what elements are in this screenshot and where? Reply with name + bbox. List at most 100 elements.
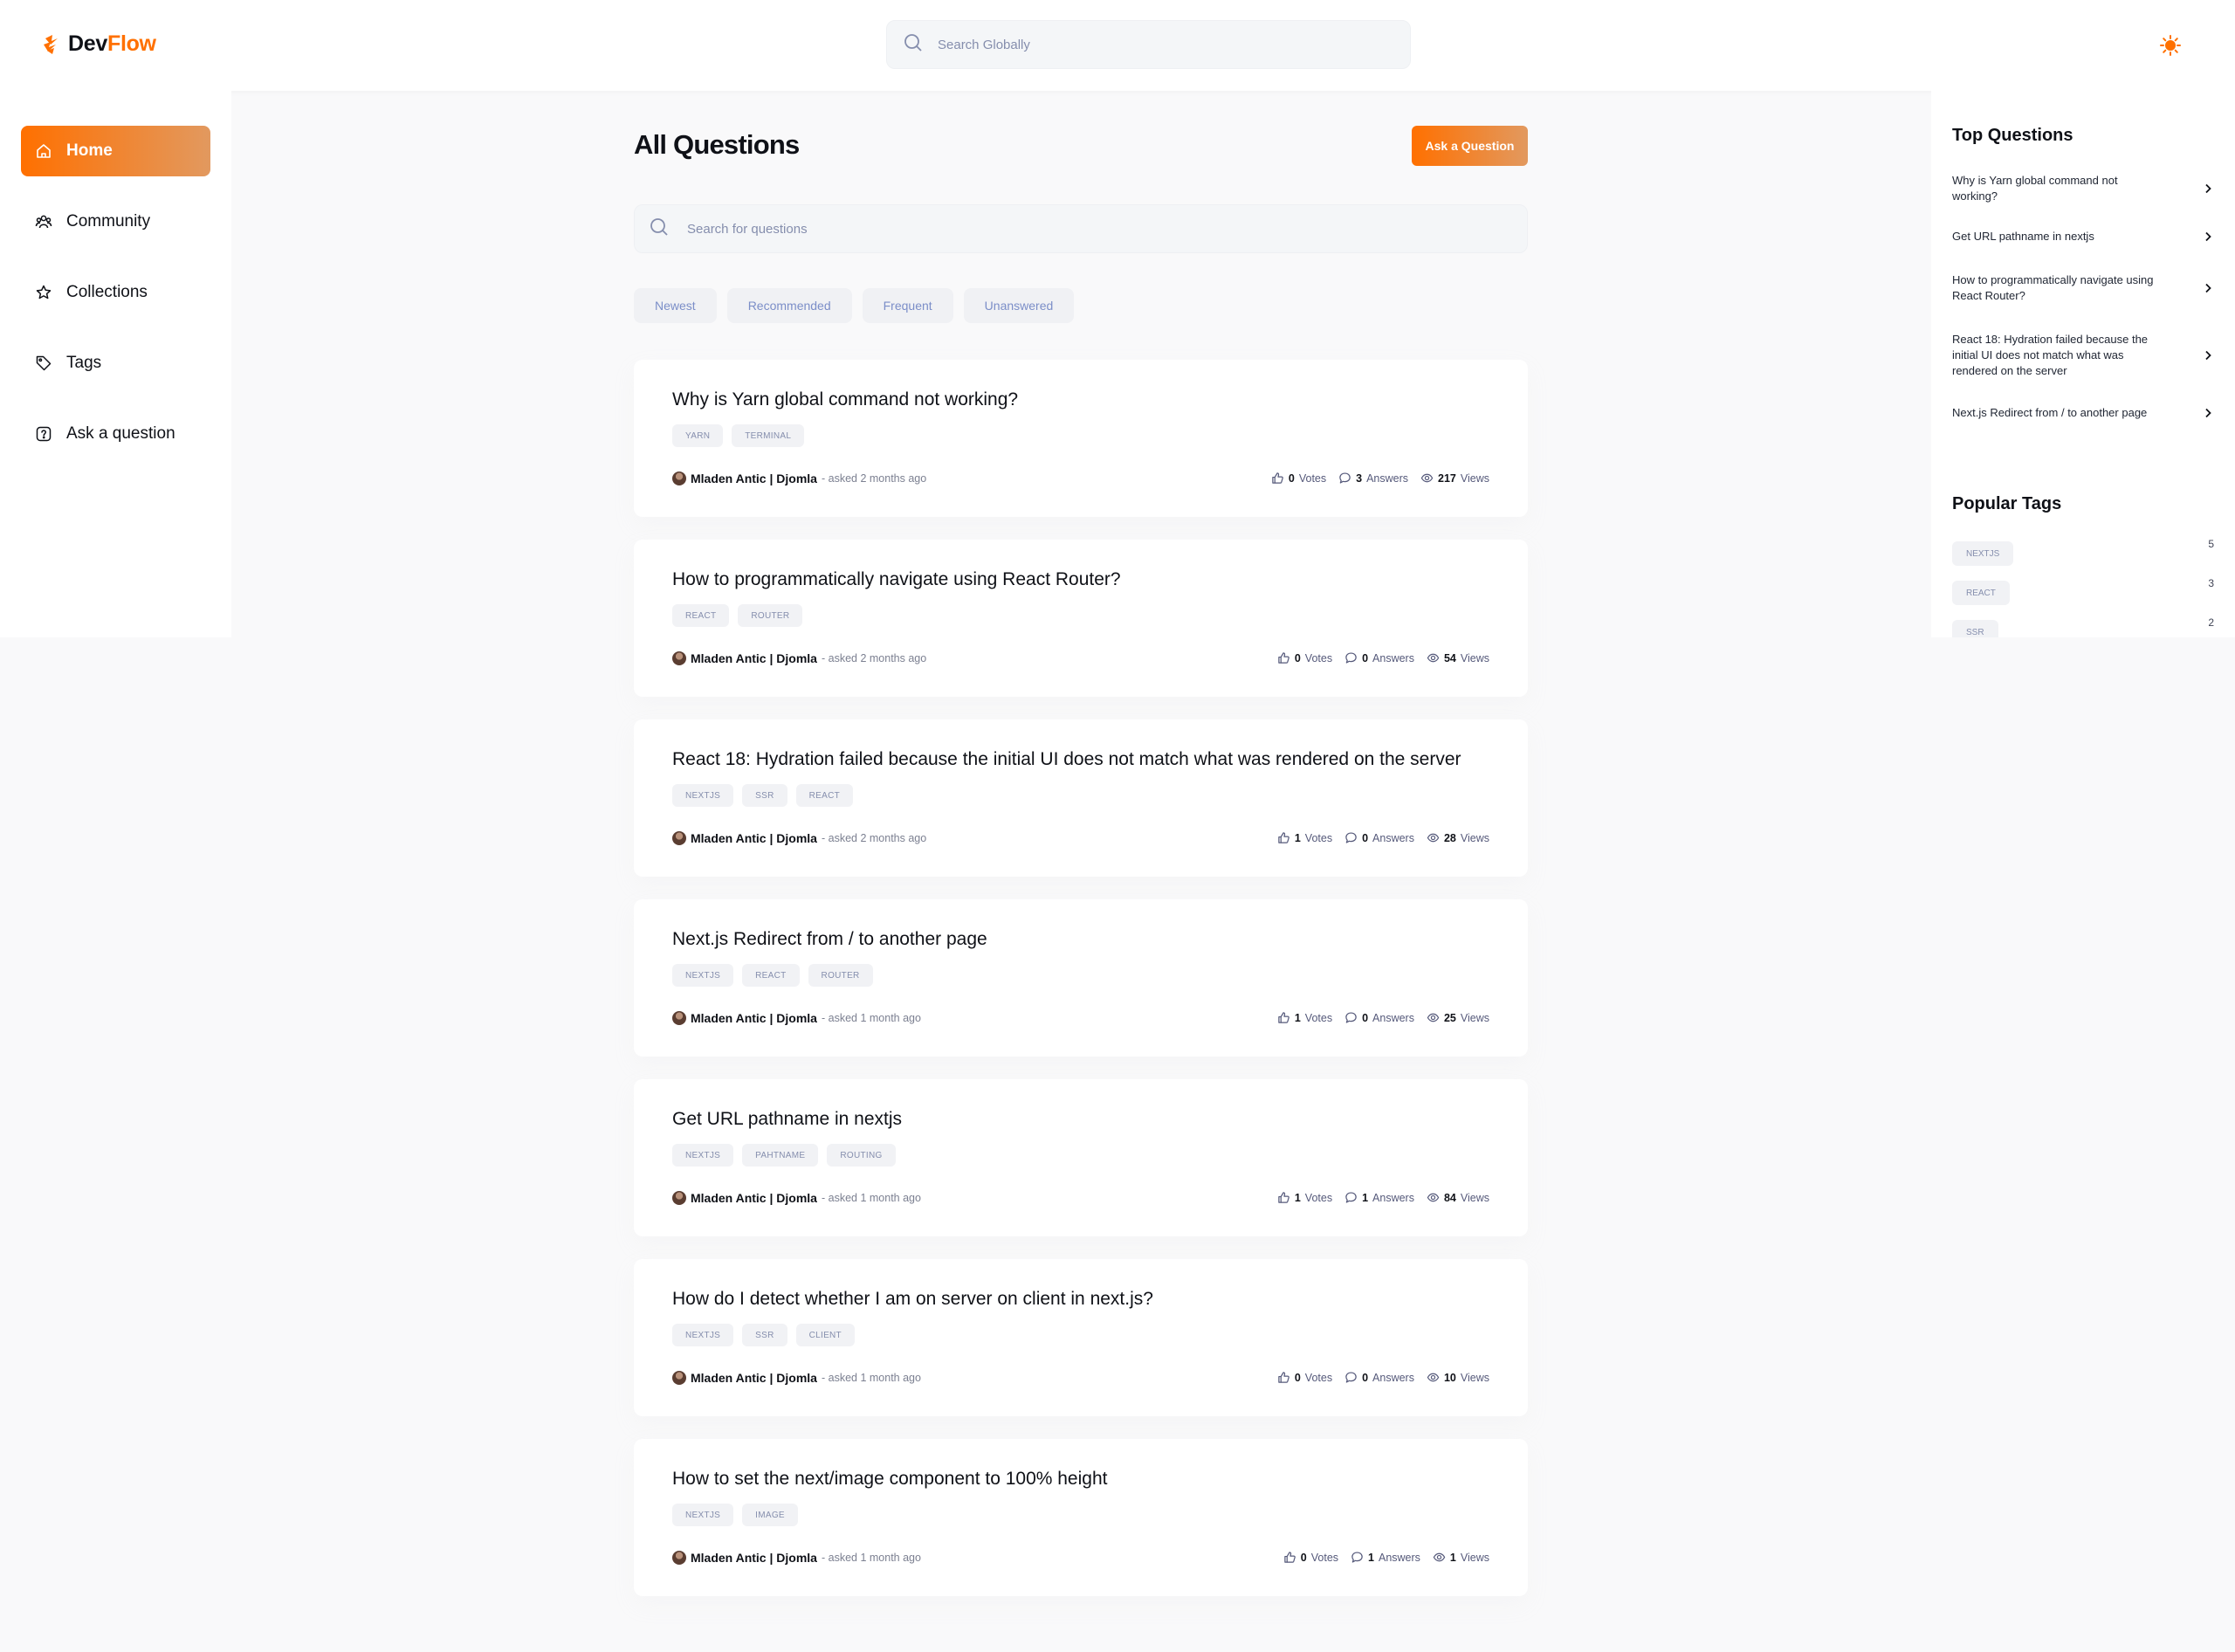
question-tag[interactable]: NEXTJS: [672, 1504, 734, 1526]
top-question-text: Why is Yarn global command not working?: [1952, 174, 2118, 203]
question-card[interactable]: Get URL pathname in nextjs NEXTJS PAHTNAM…: [634, 1079, 1528, 1236]
thumbs-up-icon: [1283, 1551, 1296, 1564]
question-stats: 0 Votes 1 Answers 1 Views: [1283, 1551, 1489, 1564]
sidebar-item-community[interactable]: Community: [21, 196, 210, 247]
question-tag[interactable]: PAHTNAME: [742, 1144, 819, 1167]
avatar[interactable]: [672, 651, 686, 665]
question-title[interactable]: How to set the next/image component to 1…: [672, 1469, 1107, 1490]
top-question-item[interactable]: How to programmatically navigate using R…: [1952, 272, 2214, 304]
ask-question-button[interactable]: Ask a Question: [1412, 126, 1528, 166]
sidebar-item-label: Collections: [66, 283, 148, 301]
question-title[interactable]: Get URL pathname in nextjs: [672, 1109, 902, 1130]
votes-stat: 0 Votes: [1277, 651, 1332, 664]
question-title[interactable]: React 18: Hydration failed because the i…: [672, 749, 1461, 770]
devflow-logo[interactable]: DevFlow: [40, 31, 156, 57]
views-label: Views: [1460, 1371, 1489, 1384]
question-title[interactable]: How do I detect whether I am on server o…: [672, 1289, 1153, 1310]
views-label: Views: [1460, 1011, 1489, 1024]
avatar[interactable]: [672, 1371, 686, 1385]
avatar[interactable]: [672, 1011, 686, 1025]
question-card[interactable]: How to set the next/image component to 1…: [634, 1439, 1528, 1596]
filter-recommended[interactable]: Recommended: [726, 288, 852, 323]
question-card[interactable]: How do I detect whether I am on server o…: [634, 1259, 1528, 1416]
question-title[interactable]: How to programmatically navigate using R…: [672, 569, 1121, 590]
popular-tag[interactable]: NEXTJS: [1952, 541, 2014, 566]
author-name[interactable]: Mladen Antic | Djomla: [691, 831, 817, 845]
question-tag[interactable]: ROUTER: [738, 604, 803, 627]
top-question-item[interactable]: React 18: Hydration failed because the i…: [1952, 332, 2214, 379]
question-tags: NEXTJS SSR CLIENT: [672, 1324, 855, 1346]
question-card[interactable]: How to programmatically navigate using R…: [634, 540, 1528, 697]
asked-time: - asked 1 month ago: [821, 1552, 921, 1564]
sidebar-item-collections[interactable]: Collections: [21, 267, 210, 318]
question-tag[interactable]: TERMINAL: [732, 424, 805, 447]
votes-count: 0: [1288, 472, 1295, 485]
popular-tag-row[interactable]: SSR 2: [1952, 616, 2214, 637]
question-card[interactable]: Why is Yarn global command not working? …: [634, 360, 1528, 517]
question-tag[interactable]: REACT: [742, 964, 800, 987]
question-tag[interactable]: REACT: [795, 784, 854, 807]
question-tag[interactable]: REACT: [672, 604, 730, 627]
answers-count: 1: [1368, 1551, 1374, 1564]
question-tag[interactable]: ROUTER: [808, 964, 873, 987]
question-search-bar[interactable]: [634, 204, 1528, 253]
question-tags: NEXTJS PAHTNAME ROUTING: [672, 1144, 896, 1167]
popular-tag-row[interactable]: REACT 3: [1952, 577, 2214, 605]
views-count: 217: [1438, 472, 1456, 485]
sidebar-item-tags[interactable]: Tags: [21, 338, 210, 389]
question-author-meta: Mladen Antic | Djomla - asked 1 month ag…: [672, 1191, 921, 1205]
question-card[interactable]: React 18: Hydration failed because the i…: [634, 719, 1528, 877]
author-name[interactable]: Mladen Antic | Djomla: [691, 1011, 817, 1025]
question-tag[interactable]: ROUTING: [827, 1144, 896, 1167]
question-author-meta: Mladen Antic | Djomla - asked 2 months a…: [672, 472, 926, 485]
popular-tag-row[interactable]: NEXTJS 5: [1952, 538, 2214, 566]
popular-tag[interactable]: SSR: [1952, 620, 1998, 637]
avatar[interactable]: [672, 831, 686, 845]
logo-icon: [40, 33, 63, 56]
top-navbar: DevFlow: [0, 0, 2235, 91]
top-question-item[interactable]: Next.js Redirect from / to another page: [1952, 405, 2214, 421]
question-tag[interactable]: SSR: [742, 1324, 787, 1346]
question-tag[interactable]: YARN: [672, 424, 724, 447]
question-tag[interactable]: NEXTJS: [672, 1144, 734, 1167]
author-name[interactable]: Mladen Antic | Djomla: [691, 651, 817, 665]
author-name[interactable]: Mladen Antic | Djomla: [691, 1551, 817, 1565]
author-name[interactable]: Mladen Antic | Djomla: [691, 1191, 817, 1205]
votes-label: Votes: [1304, 831, 1333, 844]
author-name[interactable]: Mladen Antic | Djomla: [691, 472, 817, 485]
global-search-input[interactable]: [938, 37, 1374, 52]
theme-toggle-sun-icon[interactable]: [2158, 33, 2183, 58]
question-tag[interactable]: CLIENT: [795, 1324, 855, 1346]
eye-icon: [1427, 651, 1440, 664]
chevron-right-icon: [2205, 183, 2211, 194]
question-tag[interactable]: NEXTJS: [672, 964, 734, 987]
question-card[interactable]: Next.js Redirect from / to another page …: [634, 899, 1528, 1057]
filter-newest[interactable]: Newest: [634, 288, 717, 323]
top-questions-heading: Top Questions: [1952, 126, 2073, 145]
views-label: Views: [1460, 472, 1489, 485]
question-tag[interactable]: IMAGE: [742, 1504, 798, 1526]
eye-icon: [1433, 1551, 1446, 1564]
avatar[interactable]: [672, 1551, 686, 1565]
global-search-bar[interactable]: [886, 20, 1411, 69]
votes-stat: 1 Votes: [1277, 1191, 1332, 1204]
author-name[interactable]: Mladen Antic | Djomla: [691, 1371, 817, 1385]
avatar[interactable]: [672, 472, 686, 485]
filter-frequent[interactable]: Frequent: [862, 288, 953, 323]
question-title[interactable]: Next.js Redirect from / to another page: [672, 929, 987, 950]
answers-stat: 1 Answers: [1351, 1551, 1420, 1564]
question-tag[interactable]: SSR: [742, 784, 787, 807]
popular-tag[interactable]: REACT: [1952, 581, 2010, 605]
avatar[interactable]: [672, 1191, 686, 1205]
logo-text: DevFlow: [68, 31, 156, 57]
question-tag[interactable]: NEXTJS: [672, 784, 734, 807]
top-question-item[interactable]: Why is Yarn global command not working?: [1952, 173, 2214, 204]
sidebar-item-ask-question[interactable]: Ask a question: [21, 409, 210, 459]
top-question-item[interactable]: Get URL pathname in nextjs: [1952, 229, 2214, 244]
question-tag[interactable]: NEXTJS: [672, 1324, 734, 1346]
filter-unanswered[interactable]: Unanswered: [963, 288, 1075, 323]
question-title[interactable]: Why is Yarn global command not working?: [672, 389, 1018, 410]
asked-time: - asked 2 months ago: [821, 832, 927, 844]
question-search-input[interactable]: [687, 221, 1473, 237]
sidebar-item-home[interactable]: Home: [21, 126, 210, 176]
